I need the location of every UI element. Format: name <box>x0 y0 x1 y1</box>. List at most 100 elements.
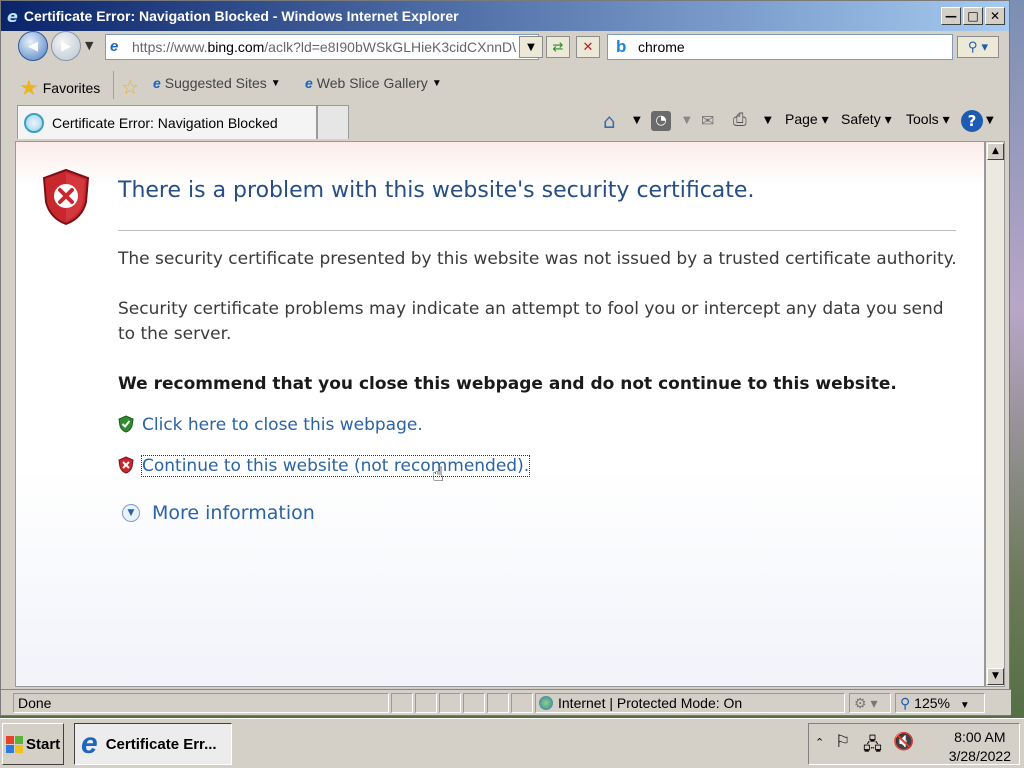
page-menu-label: Page <box>785 111 818 127</box>
expand-chevron-icon: ▼ <box>122 504 140 522</box>
forward-arrow-icon: ▶ <box>61 38 71 54</box>
back-arrow-icon: ◀ <box>28 38 38 54</box>
home-icon[interactable]: ⌂ <box>603 109 616 133</box>
suggested-sites-label: Suggested Sites <box>164 75 267 91</box>
close-window-button[interactable]: ✕ <box>985 7 1005 25</box>
ie-icon: e <box>7 6 18 26</box>
tab-bar: Certificate Error: Navigation Blocked ⌂ … <box>1 103 1009 141</box>
minimize-button[interactable]: — <box>941 7 961 25</box>
status-pane <box>463 693 485 713</box>
network-icon[interactable]: 🖧 <box>863 732 882 761</box>
continue-to-website-link[interactable]: Continue to this website (not recommende… <box>140 455 531 477</box>
volume-muted-icon[interactable]: 🔇 <box>893 732 914 752</box>
rss-feed-icon[interactable]: ◔ <box>651 111 671 131</box>
search-box[interactable]: b chrome <box>607 34 953 60</box>
window-title: Certificate Error: Navigation Blocked - … <box>23 8 459 24</box>
action-center-flag-icon[interactable]: ⚐ <box>835 732 850 752</box>
refresh-button[interactable]: ⇄ <box>546 36 570 58</box>
divider <box>118 230 956 231</box>
clock[interactable]: 8:00 AM 3/28/2022 <box>949 728 1011 766</box>
protected-mode-button[interactable]: ⚙ ▾ <box>849 693 891 713</box>
windows-logo-icon <box>6 735 23 753</box>
bing-icon: b <box>616 37 627 56</box>
new-tab-button[interactable] <box>317 105 349 139</box>
start-label: Start <box>26 735 61 753</box>
show-hidden-icons-icon[interactable]: ⌃ <box>815 736 824 749</box>
search-icon: ⚲ ▾ <box>967 39 989 55</box>
address-toolbar: ◀ ▶ ▼ e https://www. bing.com/aclk?ld=e8I… <box>1 31 1009 65</box>
security-zone[interactable]: Internet | Protected Mode: On <box>535 693 845 713</box>
taskbar-item-ie[interactable]: e Certificate Err... <box>74 723 232 765</box>
browser-window: e Certificate Error: Navigation Blocked … <box>0 0 1011 716</box>
address-bar[interactable]: e https://www. bing.com/aclk?ld=e8I90bWSk… <box>105 34 539 60</box>
help-icon[interactable]: ? <box>961 110 983 132</box>
green-shield-icon <box>118 415 134 433</box>
warning-text: Security certificate problems may indica… <box>118 299 944 344</box>
ie-page-icon: e <box>153 75 161 91</box>
more-information-toggle[interactable]: ▼ More information <box>122 502 315 524</box>
url-domain: bing.com <box>207 39 265 55</box>
page-icon: e <box>110 38 119 55</box>
web-slice-gallery-label: Web Slice Gallery <box>316 75 428 91</box>
search-button[interactable]: ⚲ ▾ <box>957 36 999 58</box>
url-prefix: https://www. <box>132 39 208 55</box>
refresh-icon: ⇄ <box>552 39 564 55</box>
ie-page-icon: e <box>305 75 313 91</box>
web-slice-gallery-link[interactable]: e Web Slice Gallery ▼ <box>305 75 442 91</box>
clock-date: 3/28/2022 <box>948 748 1011 764</box>
toolbar-divider <box>113 71 114 99</box>
clock-time: 8:00 AM <box>954 729 1006 745</box>
stop-button[interactable]: ✕ <box>576 36 600 58</box>
history-dropdown-icon[interactable]: ▼ <box>85 39 93 52</box>
tools-menu[interactable]: Tools ▾ <box>906 111 950 128</box>
chevron-down-icon: ▼ <box>959 700 970 711</box>
add-favorite-star-icon: ☆ <box>121 77 139 99</box>
title-bar: e Certificate Error: Navigation Blocked … <box>1 1 1009 31</box>
page-title: There is a problem with this website's s… <box>118 178 755 203</box>
scroll-up-button[interactable]: ▲ <box>987 143 1004 160</box>
status-pane <box>439 693 461 713</box>
suggested-sites-link[interactable]: e Suggested Sites ▼ <box>153 75 281 91</box>
chevron-down-icon[interactable]: ▼ <box>683 115 691 126</box>
vertical-scrollbar[interactable]: ▲ ▼ <box>985 141 1005 687</box>
close-webpage-link[interactable]: Click here to close this webpage. <box>142 415 423 435</box>
chevron-down-icon: ▼ <box>527 41 535 53</box>
internet-globe-icon <box>539 696 553 710</box>
more-information-label: More information <box>152 502 315 524</box>
chevron-down-icon[interactable]: ▼ <box>633 115 641 126</box>
add-favorites-button[interactable]: ☆ <box>121 75 139 100</box>
page-content: There is a problem with this website's s… <box>15 141 985 687</box>
chevron-down-icon[interactable]: ▼ <box>986 115 994 126</box>
start-button[interactable]: Start <box>2 723 64 765</box>
star-icon: ★ <box>19 75 39 100</box>
favorites-bar: ★ Favorites ☆ e Suggested Sites ▼ e Web … <box>1 67 1009 103</box>
status-pane <box>487 693 509 713</box>
search-value: chrome <box>638 39 685 55</box>
maximize-button[interactable]: □ <box>963 7 983 25</box>
print-icon[interactable]: ⎙ <box>733 110 747 130</box>
read-mail-icon[interactable]: ✉ <box>701 111 714 130</box>
url-rest: /aclk?ld=e8I90bWSkGLHieK3cidCXnnD\ <box>264 39 517 55</box>
status-pane <box>415 693 437 713</box>
chevron-down-icon[interactable]: ▼ <box>764 115 772 126</box>
address-dropdown-button[interactable]: ▼ <box>519 36 543 58</box>
taskbar-item-label: Certificate Err... <box>105 735 217 753</box>
zoom-level-button[interactable]: ⚲ 125% ▼ <box>895 693 985 713</box>
page-menu[interactable]: Page ▾ <box>785 111 829 128</box>
chevron-down-icon: ▼ <box>270 77 281 89</box>
tab-certificate-error[interactable]: Certificate Error: Navigation Blocked <box>17 105 317 139</box>
error-shield-icon <box>42 168 90 226</box>
scroll-down-button[interactable]: ▼ <box>987 668 1004 685</box>
safety-menu[interactable]: Safety ▾ <box>841 111 892 128</box>
back-button[interactable]: ◀ <box>18 31 48 61</box>
forward-button[interactable]: ▶ <box>51 31 81 61</box>
safety-menu-label: Safety <box>841 111 881 127</box>
stop-icon: ✕ <box>582 39 594 55</box>
ie-logo-icon: e <box>81 727 98 760</box>
zone-label: Internet | Protected Mode: On <box>558 695 743 711</box>
recommendation-text: We recommend that you close this webpage… <box>118 374 897 394</box>
red-shield-icon <box>118 456 134 474</box>
favorites-button[interactable]: ★ Favorites <box>19 75 100 101</box>
status-pane <box>511 693 533 713</box>
zoom-level: 125% <box>914 695 950 711</box>
